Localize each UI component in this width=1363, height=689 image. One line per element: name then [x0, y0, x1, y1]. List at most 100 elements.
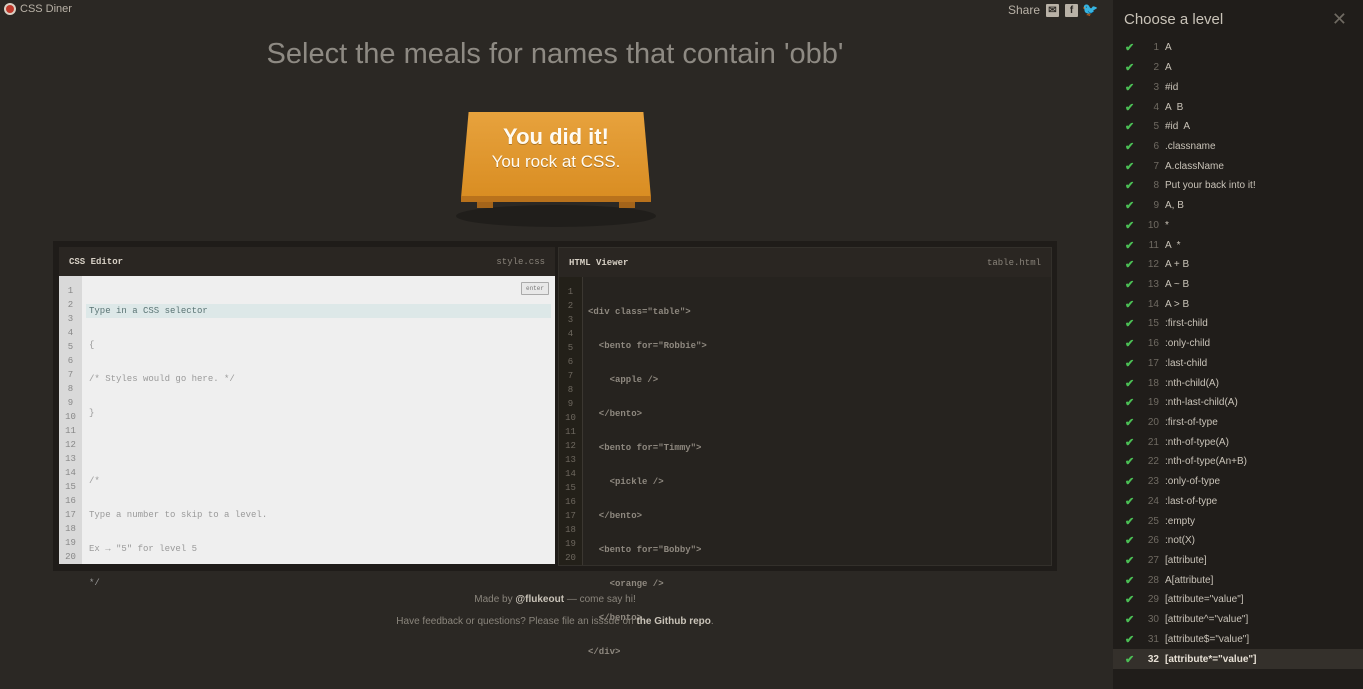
github-link[interactable]: the Github repo: [636, 616, 710, 627]
level-item[interactable]: ✔ 12 A + B: [1113, 255, 1363, 275]
level-item[interactable]: ✔ 25:empty: [1113, 511, 1363, 531]
level-selector: [attribute]: [1165, 555, 1207, 567]
line-number: 5: [67, 342, 74, 352]
css-code-area[interactable]: 1 2 3 4 5 6 7 8 9 10 11 12 13 14 15 16 1: [59, 276, 555, 588]
line-number: 7: [67, 370, 74, 380]
level-item[interactable]: ✔ 11 A *: [1113, 235, 1363, 255]
html-line[interactable]: <bento for="Timmy">: [588, 441, 1047, 455]
checkmark-icon: ✔: [1125, 555, 1135, 568]
level-instruction: Select the meals for names that contain …: [266, 38, 844, 70]
level-item[interactable]: ✔ 4 A B: [1113, 97, 1363, 117]
level-number: 30: [1147, 614, 1159, 626]
line-number: 9: [567, 399, 574, 409]
line-number: 15: [565, 483, 576, 493]
line-number: 6: [567, 357, 574, 367]
html-line[interactable]: </bento>: [588, 509, 1047, 523]
checkmark-icon: ✔: [1125, 278, 1135, 291]
level-item[interactable]: ✔ 20:first-of-type: [1113, 413, 1363, 433]
checkmark-icon: ✔: [1125, 239, 1135, 252]
css-editor-title: CSS Editor: [69, 256, 124, 267]
level-item[interactable]: ✔ 30 [attribute^="value"]: [1113, 610, 1363, 630]
level-item[interactable]: ✔ 26:not(X): [1113, 531, 1363, 551]
level-item[interactable]: ✔ 31 [attribute$="value"]: [1113, 630, 1363, 650]
level-selector: [attribute="value"]: [1165, 594, 1244, 606]
code-line: Type a number to skip to a level.: [89, 510, 268, 520]
close-icon[interactable]: ✕: [1332, 10, 1347, 28]
line-number: 14: [565, 469, 576, 479]
level-item[interactable]: ✔ 32 [attribute*="value"]: [1113, 649, 1363, 669]
html-line[interactable]: <pickle />: [588, 475, 1047, 489]
level-item[interactable]: ✔ 10 *: [1113, 215, 1363, 235]
level-item[interactable]: ✔ 7 A.className: [1113, 156, 1363, 176]
checkmark-icon: ✔: [1125, 81, 1135, 94]
twitter-icon[interactable]: 🐦: [1082, 2, 1098, 17]
level-item[interactable]: ✔ 28 A[attribute]: [1113, 570, 1363, 590]
level-item[interactable]: ✔ 19:nth-last-child(A): [1113, 393, 1363, 413]
level-selector: A[attribute]: [1165, 574, 1214, 586]
line-number: 2: [567, 301, 574, 311]
level-selector: :nth-of-type(An+B): [1165, 456, 1247, 468]
level-item[interactable]: ✔ 8 Put your back into it!: [1113, 176, 1363, 196]
level-item[interactable]: ✔ 16:only-child: [1113, 334, 1363, 354]
level-selector: :only-child: [1165, 338, 1211, 350]
level-list: ✔ 1 A ✔ 2 A ✔ 3 #id ✔ 4 A B ✔ 5 #id A ✔ 6 .classname ✔ 7 A.c…: [1113, 38, 1363, 669]
html-line[interactable]: <apple />: [588, 373, 1047, 387]
level-selector: A *: [1165, 239, 1181, 251]
level-selector: A > B: [1165, 298, 1190, 310]
html-line[interactable]: </bento>: [588, 407, 1047, 421]
level-selector: :nth-child(A): [1165, 377, 1219, 389]
author-link[interactable]: @flukeout: [515, 594, 564, 605]
level-item[interactable]: ✔ 29 [attribute="value"]: [1113, 590, 1363, 610]
brand-logo[interactable]: CSS Diner: [4, 3, 72, 15]
feedback-suffix: .: [710, 616, 714, 627]
level-selector: .classname: [1165, 140, 1216, 152]
css-editor-filename: style.css: [496, 256, 545, 267]
html-line[interactable]: <bento for="Bobby">: [588, 543, 1047, 557]
level-item[interactable]: ✔ 5 #id A: [1113, 117, 1363, 137]
level-item[interactable]: ✔ 24:last-of-type: [1113, 492, 1363, 512]
credit-suffix: — come say hi!: [566, 594, 636, 605]
level-selector: A: [1165, 42, 1172, 54]
sidebar-title: Choose a level: [1124, 11, 1224, 28]
level-item[interactable]: ✔ 23:only-of-type: [1113, 472, 1363, 492]
level-number: 18: [1147, 377, 1159, 389]
html-line[interactable]: <bento for="Robbie">: [588, 339, 1047, 353]
level-item[interactable]: ✔ 1 A: [1113, 38, 1363, 58]
level-number: 17: [1147, 357, 1159, 369]
html-line[interactable]: <div class="table">: [588, 305, 1047, 319]
level-item[interactable]: ✔ 22:nth-of-type(An+B): [1113, 452, 1363, 472]
level-item[interactable]: ✔ 2 A: [1113, 58, 1363, 78]
level-number: 3: [1153, 81, 1159, 93]
level-item[interactable]: ✔ 27 [attribute]: [1113, 551, 1363, 571]
facebook-icon[interactable]: f: [1065, 3, 1078, 17]
css-selector-input[interactable]: Type in a CSS selector: [86, 304, 551, 318]
checkmark-icon: ✔: [1125, 436, 1135, 449]
checkmark-icon: ✔: [1125, 338, 1135, 351]
level-number: 21: [1147, 436, 1159, 448]
code-line: /* Styles would go here. */: [89, 374, 235, 384]
html-line[interactable]: <orange />: [588, 577, 1047, 591]
level-item[interactable]: ✔ 21:nth-of-type(A): [1113, 432, 1363, 452]
level-item[interactable]: ✔ 9 A, B: [1113, 196, 1363, 216]
level-selector: [attribute*="value"]: [1165, 653, 1257, 665]
html-line[interactable]: </div>: [588, 645, 1047, 659]
level-selector: [attribute^="value"]: [1165, 614, 1249, 626]
line-number: 12: [65, 440, 76, 450]
email-icon[interactable]: ✉: [1046, 3, 1059, 17]
level-number: 4: [1153, 101, 1159, 113]
level-item[interactable]: ✔ 3 #id: [1113, 77, 1363, 97]
line-number: 8: [67, 384, 74, 394]
level-item[interactable]: ✔ 18:nth-child(A): [1113, 373, 1363, 393]
level-item[interactable]: ✔ 17:last-child: [1113, 354, 1363, 374]
level-item[interactable]: ✔ 14 A > B: [1113, 294, 1363, 314]
level-item[interactable]: ✔ 15:first-child: [1113, 314, 1363, 334]
table-leg-right: [619, 202, 635, 208]
line-number: 3: [67, 314, 74, 324]
level-number: 31: [1147, 633, 1159, 645]
enter-button[interactable]: enter: [520, 282, 549, 295]
line-number: 20: [65, 552, 76, 562]
level-number: 26: [1147, 535, 1159, 547]
level-item[interactable]: ✔ 13 A ~ B: [1113, 275, 1363, 295]
level-item[interactable]: ✔ 6 .classname: [1113, 137, 1363, 157]
line-number: 20: [565, 553, 576, 563]
